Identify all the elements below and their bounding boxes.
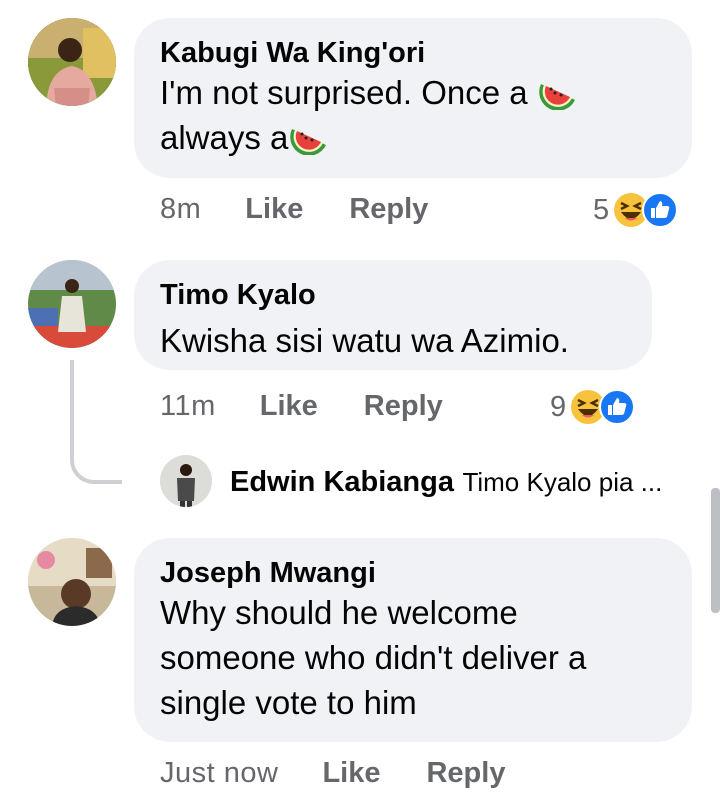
comment-bubble: Kabugi Wa King'ori I'm not surprised. On… <box>134 18 692 178</box>
comment-author[interactable]: Kabugi Wa King'ori <box>160 36 692 70</box>
reply-button[interactable]: Reply <box>349 193 428 226</box>
reply-snippet: Timo Kyalo pia ... <box>462 467 663 497</box>
comment-text-line: Why should he welcome <box>160 594 518 631</box>
reply-button[interactable]: Reply <box>364 390 443 423</box>
comment-text-line: someone who didn't deliver a <box>160 639 587 676</box>
comment-author[interactable]: Joseph Mwangi <box>160 556 692 590</box>
avatar[interactable] <box>28 18 116 106</box>
comment-text-line: single vote to him <box>160 684 417 721</box>
like-emoji-icon <box>642 192 679 228</box>
reaction-count: 9 <box>550 390 567 423</box>
like-button[interactable]: Like <box>322 757 380 790</box>
comment-actions: 8m Like Reply <box>160 193 428 226</box>
comment-text: Kwisha sisi watu wa Azimio. <box>160 322 569 359</box>
comment-bubble: Joseph Mwangi Why should he welcome some… <box>134 538 692 742</box>
like-button[interactable]: Like <box>260 390 318 423</box>
avatar[interactable] <box>160 455 212 507</box>
watermelon-emoji-icon <box>539 84 575 110</box>
reply-button[interactable]: Reply <box>426 757 505 790</box>
comment-text-line: always a <box>160 119 289 156</box>
thread-connector <box>70 360 122 484</box>
scrollbar[interactable] <box>711 488 720 613</box>
like-button[interactable]: Like <box>245 193 303 226</box>
comment-text: I'm not surprised. Once a always a <box>160 70 692 160</box>
comment-timestamp[interactable]: Just now <box>160 757 278 790</box>
avatar[interactable] <box>28 538 116 626</box>
reaction-count: 5 <box>593 193 610 226</box>
comment-actions: Just now Like Reply <box>160 757 505 790</box>
like-emoji-icon <box>599 389 636 425</box>
comment-actions: 11m Like Reply <box>160 390 443 423</box>
reply-author[interactable]: Edwin Kabianga <box>230 466 454 498</box>
comment-author[interactable]: Timo Kyalo <box>160 278 652 312</box>
watermelon-emoji-icon <box>290 129 327 155</box>
comment-timestamp[interactable]: 8m <box>160 193 201 226</box>
reaction-summary[interactable]: 9 <box>550 389 636 425</box>
avatar[interactable] <box>28 260 116 348</box>
comment-bubble: Timo Kyalo Kwisha sisi watu wa Azimio. <box>134 260 652 370</box>
reply-preview[interactable]: Edwin Kabianga Timo Kyalo pia ... <box>230 466 662 499</box>
reaction-summary[interactable]: 5 <box>593 192 679 228</box>
comment-text-line: I'm not surprised. Once a <box>160 74 528 111</box>
comment-timestamp[interactable]: 11m <box>160 390 216 423</box>
comment-text: Why should he welcome someone who didn't… <box>160 590 692 725</box>
